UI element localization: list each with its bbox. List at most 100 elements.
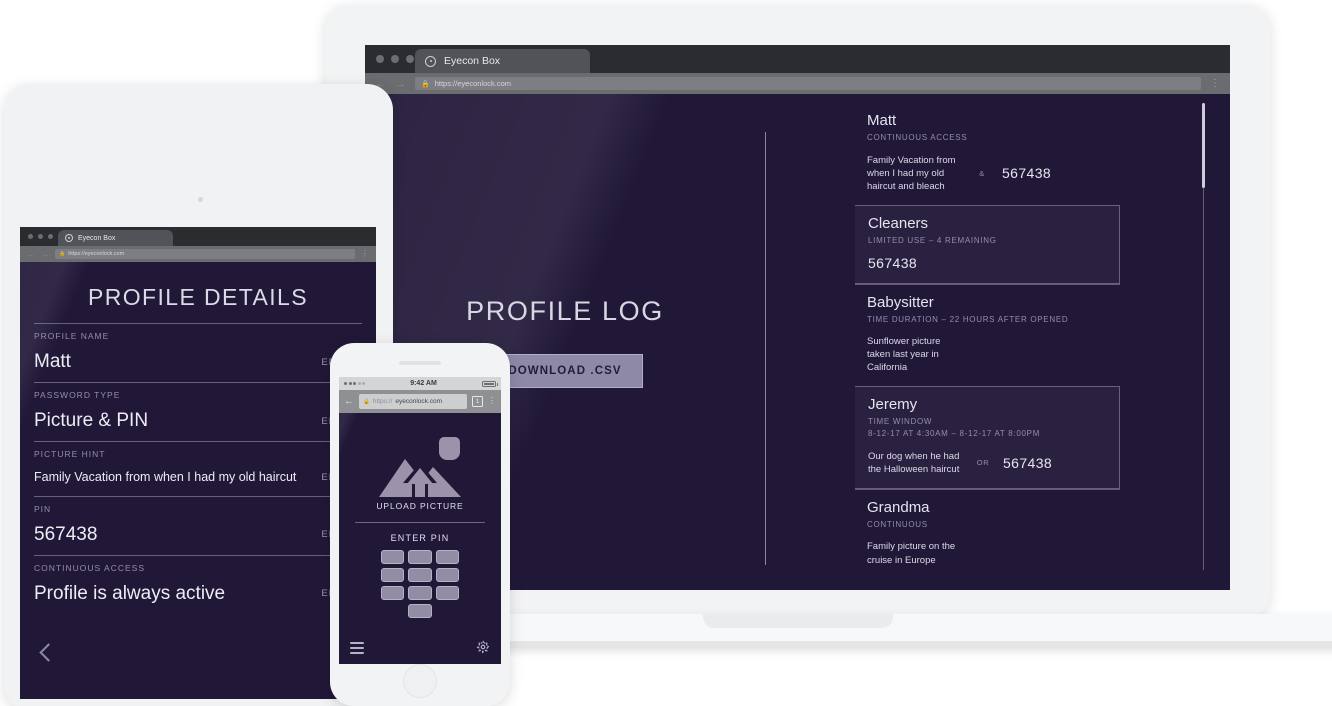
profile-detail-label: PASSWORD TYPE: [34, 390, 121, 400]
log-entry-pin: 567438: [868, 254, 918, 271]
phone-screen: 9:42 AM ← 🔒 https://eyeconlock.com 1 ⋮ U…: [339, 377, 501, 664]
phone-bottom-bar: [339, 634, 501, 664]
profile-detail-value-row: Profile is always activeEDIT: [34, 582, 364, 605]
window-close-dot[interactable]: [28, 234, 33, 239]
window-close-dot[interactable]: [376, 55, 384, 63]
tab-favicon-icon: [65, 234, 73, 242]
log-entry-meta: TIME DURATION – 22 HOURS AFTER OPENED: [867, 314, 1069, 324]
arrow-right-icon[interactable]: →: [41, 250, 49, 259]
keypad-key[interactable]: [435, 550, 459, 564]
keypad-key[interactable]: [435, 586, 459, 600]
phone-home-button[interactable]: [403, 664, 437, 698]
gear-icon[interactable]: [476, 640, 490, 659]
tablet-screen: Eyecon Box ← → 🔒 https://eyeconlock.com …: [20, 227, 376, 699]
address-bar[interactable]: 🔒 https://eyeconlock.com: [415, 77, 1201, 90]
laptop-trackpad-notch: [702, 614, 893, 628]
signal-strength-icon: [344, 382, 365, 385]
download-csv-button[interactable]: DOWNLOAD .CSV: [487, 354, 643, 388]
profile-detail-value: Profile is always active: [34, 582, 226, 604]
profile-detail-value: Picture & PIN: [34, 410, 149, 431]
laptop-browser-urlbar: ← → 🔒 https://eyeconlock.com ⋮: [365, 73, 1230, 94]
upload-picture-area[interactable]: UPLOAD PICTURE: [339, 413, 501, 511]
enter-pin-label: ENTER PIN: [390, 533, 450, 543]
phone-browser-bar: ← 🔒 https://eyeconlock.com 1 ⋮: [339, 390, 501, 413]
back-button[interactable]: [39, 643, 58, 662]
tablet-browser-tab-title: Eyecon Box: [78, 234, 116, 242]
log-entry-meta: TIME WINDOW: [868, 417, 933, 427]
kebab-menu-icon[interactable]: ⋮: [1210, 79, 1220, 88]
tab-count-badge[interactable]: 1: [472, 396, 483, 407]
page-title: PROFILE LOG: [466, 296, 664, 326]
profile-detail-value: Matt: [34, 351, 71, 372]
log-entry-name: Jeremy: [868, 396, 918, 414]
log-entry-row[interactable]: Cleaners LIMITED USE – 4 REMAINING 567438: [855, 204, 1120, 284]
log-scrollbar[interactable]: [1202, 103, 1205, 570]
tablet-browser-tabbar: Eyecon Box: [20, 227, 376, 246]
window-controls[interactable]: [376, 55, 414, 63]
keypad-key[interactable]: [381, 586, 405, 600]
phone-address-bar[interactable]: 🔒 https://eyeconlock.com: [359, 394, 467, 409]
log-entry-pin: 567438: [1002, 165, 1052, 182]
profile-detail-label: PICTURE HINT: [34, 449, 106, 459]
profile-detail-row[interactable]: PROFILE NAME MattEDIT: [34, 323, 364, 382]
window-maximize-dot[interactable]: [406, 55, 414, 63]
log-scrollbar-thumb[interactable]: [1202, 103, 1205, 188]
profile-details-list: PROFILE NAME MattEDIT PASSWORD TYPE Picture…: [34, 323, 364, 614]
arrow-right-icon[interactable]: →: [395, 78, 406, 90]
phone-url-scheme: https://: [372, 398, 393, 405]
lock-icon: 🔒: [363, 398, 370, 405]
log-entry-name: Grandma: [867, 498, 930, 516]
keypad-key[interactable]: [381, 550, 405, 564]
log-entry-row[interactable]: Babysitter TIME DURATION – 22 HOURS AFTER…: [855, 283, 1120, 387]
window-maximize-dot[interactable]: [48, 234, 53, 239]
page-title: PROFILE DETAILS: [88, 284, 308, 310]
keypad-key[interactable]: [381, 568, 405, 582]
tablet-window-controls[interactable]: [28, 234, 53, 239]
laptop-browser-tabbar: Eyecon Box: [365, 45, 1230, 73]
tablet-address-bar[interactable]: 🔒 https://eyeconlock.com: [55, 249, 355, 259]
keypad-key[interactable]: [408, 604, 432, 618]
kebab-menu-icon[interactable]: ⋮: [361, 249, 369, 258]
tablet-app-canvas: PROFILE DETAILS PROFILE NAME MattEDIT PASS…: [20, 262, 376, 699]
image-upload-icon: [375, 445, 465, 497]
arrow-left-icon[interactable]: ←: [27, 250, 35, 259]
profile-detail-label: CONTINUOUS ACCESS: [34, 562, 145, 573]
profile-detail-row[interactable]: CONTINUOUS ACCESS Profile is always activ…: [34, 554, 364, 614]
keypad-key[interactable]: [408, 586, 432, 600]
hamburger-menu-icon[interactable]: [350, 641, 364, 657]
window-minimize-dot[interactable]: [38, 234, 43, 239]
profile-detail-row[interactable]: PIN 567438EDIT: [34, 495, 364, 555]
keypad-key[interactable]: [408, 568, 432, 582]
log-entry-body: Our dog when he had the Halloween haircu…: [868, 450, 1119, 476]
window-minimize-dot[interactable]: [391, 55, 399, 63]
arrow-left-icon[interactable]: ←: [344, 396, 354, 407]
log-entry-meta: CONTINUOUS ACCESS: [867, 133, 968, 142]
log-entry-row[interactable]: Grandma CONTINUOUS Family picture on the c…: [855, 488, 1120, 570]
profile-detail-row[interactable]: PICTURE HINT Family Vacation from when I …: [34, 441, 364, 496]
log-entry-row[interactable]: Jeremy TIME WINDOW 8-12-17 AT 4:30AM – 8-1…: [855, 386, 1120, 489]
phone-speaker: [399, 361, 441, 365]
profile-detail-label: PROFILE NAME: [34, 331, 110, 341]
tablet-browser-tab[interactable]: Eyecon Box: [58, 230, 173, 246]
log-entry-hint: Family picture on the cruise in Europe: [867, 541, 956, 566]
keypad-key[interactable]: [408, 550, 432, 564]
log-entry-row[interactable]: Matt CONTINUOUS ACCESS Family Vacation fro…: [855, 103, 1120, 205]
browser-tab[interactable]: Eyecon Box: [415, 49, 590, 73]
log-entry-hint: Our dog when he had the Halloween haircu…: [868, 450, 960, 475]
log-entry-name: Matt: [867, 112, 897, 129]
kebab-menu-icon[interactable]: ⋮: [488, 396, 496, 405]
phone-status-bar: 9:42 AM: [339, 377, 501, 390]
profile-detail-row[interactable]: PASSWORD TYPE Picture & PINEDIT: [34, 382, 364, 441]
log-entry-meta: LIMITED USE – 4 REMAINING: [868, 235, 997, 245]
section-divider: [355, 522, 485, 523]
log-entry-hint: Sunflower picture taken last year in Cal…: [867, 336, 941, 374]
profile-detail-value-row: Picture & PINEDIT: [34, 410, 364, 432]
address-bar-url: https://eyeconlock.com: [434, 79, 512, 88]
log-entry-meta-secondary: 8-12-17 AT 4:30AM – 8-12-17 AT 8:00PM: [868, 429, 1041, 439]
browser-tab-title: Eyecon Box: [444, 55, 501, 67]
log-entry-name: Cleaners: [868, 214, 929, 232]
log-entry-meta: CONTINUOUS: [867, 519, 928, 529]
keypad-key[interactable]: [435, 568, 459, 582]
pin-keypad[interactable]: [381, 550, 459, 618]
phone-device: 9:42 AM ← 🔒 https://eyeconlock.com 1 ⋮ U…: [330, 343, 510, 706]
